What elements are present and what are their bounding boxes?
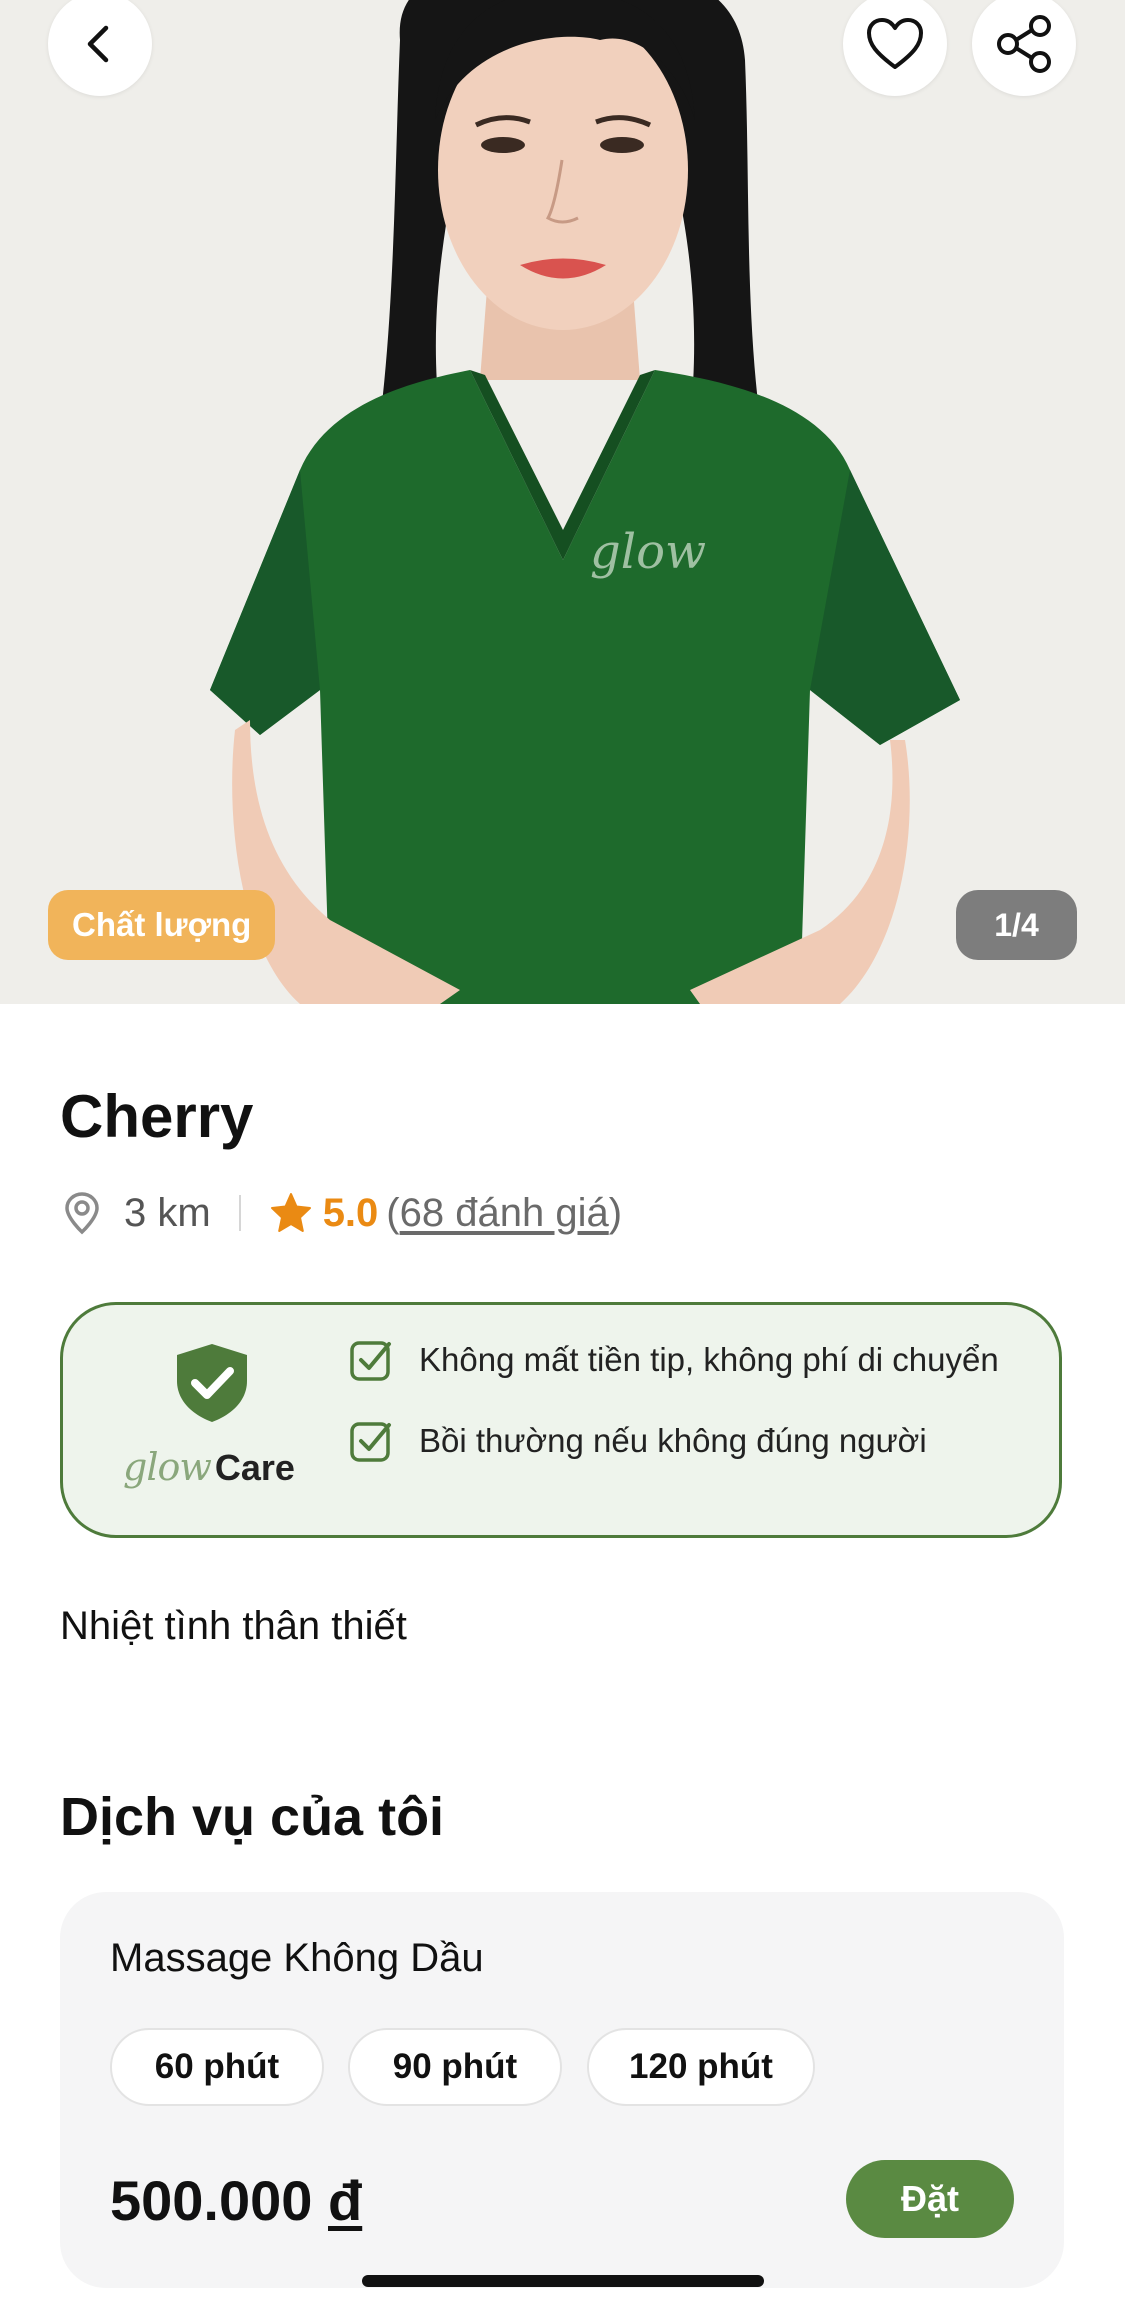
shirt-logo: glow [590,524,706,580]
chevron-left-icon [87,25,109,63]
price-amount: 500.000 [110,2169,313,2232]
share-icon [997,15,1051,73]
profile-meta: 3 km 5.0 (68 đánh giá) [60,1188,622,1238]
care-benefit-item: Bồi thường nếu không đúng người [349,1406,927,1476]
care-logo-text: Care [214,1447,295,1488]
service-card: Massage Không Dầu 60 phút 90 phút 120 ph… [60,1892,1064,2288]
book-button[interactable]: Đặt [846,2160,1014,2238]
quality-badge: Chất lượng [48,890,276,960]
service-price: 500.000 đ [110,2168,362,2233]
care-benefit-text: Bồi thường nếu không đúng người [419,1422,927,1459]
glow-care-card: glow Care Không mất tiền tip, không phí … [60,1302,1062,1538]
therapist-photo: glow [0,0,1125,1004]
reviews-count[interactable]: 68 đánh giá [400,1191,609,1235]
glow-care-logo: glow Care [123,1445,295,1489]
service-name: Massage Không Dầu [110,1936,484,1980]
home-indicator [362,2275,764,2287]
rating-value: 5.0 [322,1190,379,1235]
meta-divider [238,1195,241,1231]
heart-icon [867,18,923,69]
checkbox-checked-icon [349,1419,393,1463]
care-benefit-item: Không mất tiền tip, không phí di chuyển [349,1325,999,1395]
therapist-description: Nhiệt tình thân thiết [60,1604,407,1648]
location-pin-icon [65,1192,99,1235]
distance: 3 km [124,1190,211,1235]
care-benefit-text: Không mất tiền tip, không phí di chuyển [419,1341,999,1378]
duration-option-90[interactable]: 90 phút [348,2028,562,2106]
reviews-close: ) [608,1190,623,1235]
reviews-open: ( [386,1190,400,1235]
star-icon [270,1193,311,1232]
reviews-link[interactable]: (68 đánh giá) [386,1191,622,1236]
image-counter: 1/4 [956,890,1077,960]
glow-logo-text: glow [123,1445,212,1489]
shield-check-icon [177,1344,247,1422]
therapist-name: Cherry [60,1083,254,1150]
services-section-title: Dịch vụ của tôi [60,1787,445,1847]
duration-option-120[interactable]: 120 phút [587,2028,815,2106]
therapist-photo-carousel[interactable]: glow Chất lượng 1/4 [0,0,1125,1004]
duration-option-60[interactable]: 60 phút [110,2028,324,2106]
currency-symbol: đ [328,2169,363,2232]
checkbox-checked-icon [349,1338,393,1382]
